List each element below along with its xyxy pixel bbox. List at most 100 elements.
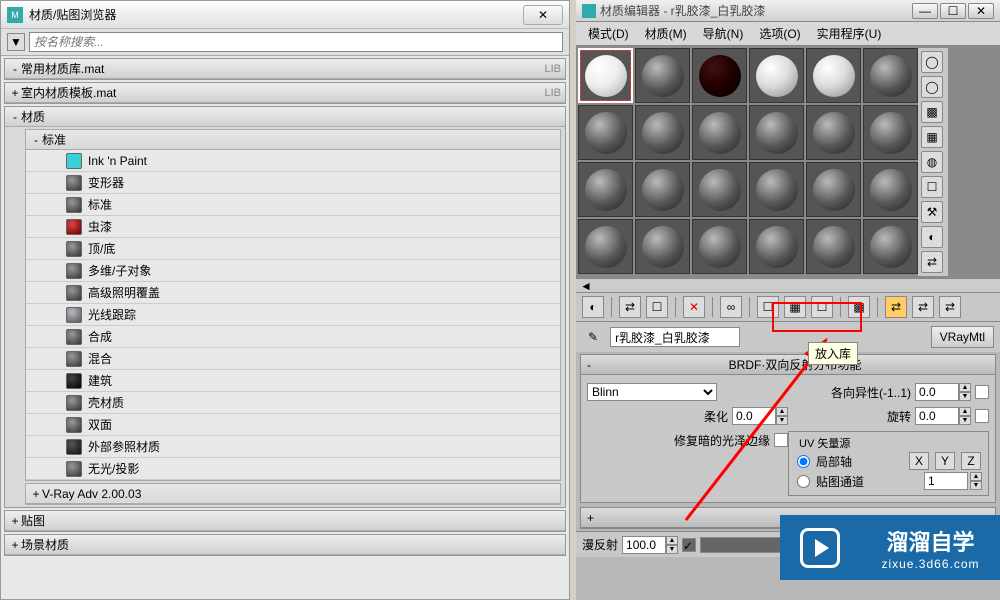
select-by-material-button[interactable]: ◐ [921, 226, 943, 248]
material-item[interactable]: 多维/子对象 [26, 260, 560, 282]
sample-slot[interactable] [635, 162, 690, 217]
material-item[interactable]: 标准 [26, 194, 560, 216]
material-item[interactable]: 无光/投影 [26, 458, 560, 480]
materials-header[interactable]: - 材质 [5, 107, 565, 127]
local-axis-radio[interactable] [797, 455, 810, 468]
menu-utilities[interactable]: 实用程序(U) [809, 25, 890, 42]
sample-slot[interactable] [635, 219, 690, 274]
axis-x-button[interactable]: X [909, 452, 929, 470]
sample-slot[interactable] [749, 105, 804, 160]
sample-slot[interactable] [806, 48, 861, 103]
diffuse-checkbox[interactable]: ✓ [682, 538, 696, 552]
rotation-spinner[interactable]: ▲▼ [915, 407, 971, 425]
material-id-button[interactable]: ☐ [811, 296, 833, 318]
sample-slot[interactable] [692, 105, 747, 160]
material-item[interactable]: 壳材质 [26, 392, 560, 414]
axis-z-button[interactable]: Z [961, 452, 981, 470]
material-item[interactable]: 虫漆 [26, 216, 560, 238]
background-button[interactable]: ▩ [921, 101, 943, 123]
search-input[interactable] [29, 32, 563, 52]
sample-slot[interactable] [806, 219, 861, 274]
sample-slot[interactable] [749, 48, 804, 103]
go-to-parent-button[interactable]: ⇄ [912, 296, 934, 318]
sample-slot[interactable] [635, 105, 690, 160]
sample-slot[interactable] [578, 219, 633, 274]
brdf-rollout-header[interactable]: - BRDF·双向反射分布功能 [581, 355, 995, 375]
sample-slot[interactable] [806, 105, 861, 160]
material-item[interactable]: 混合 [26, 348, 560, 370]
sample-type-button[interactable]: ◯ [921, 51, 943, 73]
sample-slot[interactable] [692, 219, 747, 274]
material-item[interactable]: 顶/底 [26, 238, 560, 260]
material-item[interactable]: 光线跟踪 [26, 304, 560, 326]
sample-slot[interactable] [863, 105, 918, 160]
sample-slot[interactable] [578, 48, 633, 103]
menu-material[interactable]: 材质(M) [637, 25, 695, 42]
vray-header[interactable]: + V-Ray Adv 2.00.03 [26, 484, 560, 504]
sample-slot[interactable] [578, 105, 633, 160]
sample-uv-button[interactable]: ▦ [921, 126, 943, 148]
sample-slot[interactable] [749, 219, 804, 274]
options-button[interactable]: ⚒ [921, 201, 943, 223]
material-item[interactable]: 变形器 [26, 172, 560, 194]
fix-dark-edges-checkbox[interactable] [774, 433, 788, 447]
diffuse-spinner[interactable]: ▲▼ [622, 536, 678, 554]
backlight-button[interactable]: ◯ [921, 76, 943, 98]
sample-slot[interactable] [635, 48, 690, 103]
material-type-button[interactable]: VRayMtl [931, 326, 994, 348]
get-material-button[interactable]: ◐ [582, 296, 604, 318]
material-item[interactable]: 双面 [26, 414, 560, 436]
sample-slot[interactable] [692, 162, 747, 217]
menu-options[interactable]: 选项(O) [751, 25, 808, 42]
assign-to-selection-button[interactable]: ☐ [646, 296, 668, 318]
sample-slot[interactable] [863, 219, 918, 274]
material-item[interactable]: 高级照明覆盖 [26, 282, 560, 304]
sample-slot[interactable] [863, 48, 918, 103]
lib-common-header[interactable]: - 常用材质库.mat LIB [5, 59, 565, 79]
browser-menu-button[interactable]: ▼ [7, 33, 25, 51]
rotation-lock[interactable] [975, 409, 989, 423]
put-to-scene-button[interactable]: ⇄ [619, 296, 641, 318]
sample-scroll[interactable]: ◄ [576, 278, 1000, 292]
lib-interior-header[interactable]: + 室内材质模板.mat LIB [5, 83, 565, 103]
axis-y-button[interactable]: Y [935, 452, 955, 470]
anisotropy-lock[interactable] [975, 385, 989, 399]
go-forward-button[interactable]: ⇄ [939, 296, 961, 318]
material-item[interactable]: 外部参照材质 [26, 436, 560, 458]
sample-slot[interactable] [578, 162, 633, 217]
map-channel-radio[interactable] [797, 475, 810, 488]
reset-map-button[interactable]: ✕ [683, 296, 705, 318]
close-button[interactable]: ✕ [523, 5, 563, 25]
video-color-button[interactable]: ◍ [921, 151, 943, 173]
make-unique-button[interactable]: ☐ [757, 296, 779, 318]
uv-vector-group: UV 矢量源 局部轴 X Y Z 贴图通道 ▲▼ [788, 431, 989, 496]
menu-navigation[interactable]: 导航(N) [695, 25, 752, 42]
sample-slot[interactable] [863, 162, 918, 217]
material-name-input[interactable] [610, 327, 740, 347]
scene-materials-header[interactable]: + 场景材质 [5, 535, 565, 555]
soften-spinner[interactable]: ▲▼ [732, 407, 788, 425]
material-tree[interactable]: - 常用材质库.mat LIB + 室内材质模板.mat LIB - 材质 - … [1, 56, 569, 599]
maps-header[interactable]: + 贴图 [5, 511, 565, 531]
eyedropper-icon[interactable]: ✎ [582, 330, 604, 344]
sample-slot[interactable] [692, 48, 747, 103]
make-copy-button[interactable]: ∞ [720, 296, 742, 318]
standard-header[interactable]: - 标准 [26, 130, 560, 150]
put-to-library-button[interactable]: ▦ [784, 296, 806, 318]
material-map-navigator-button[interactable]: ⇄ [921, 251, 943, 273]
material-item[interactable]: Ink 'n Paint [26, 150, 560, 172]
close-button[interactable]: ✕ [968, 3, 994, 19]
anisotropy-spinner[interactable]: ▲▼ [915, 383, 971, 401]
menu-mode[interactable]: 模式(D) [580, 25, 637, 42]
sample-slot[interactable] [806, 162, 861, 217]
maximize-button[interactable]: ☐ [940, 3, 966, 19]
show-end-result-button[interactable]: ⇄ [885, 296, 907, 318]
material-item[interactable]: 建筑 [26, 370, 560, 392]
make-preview-button[interactable]: ☐ [921, 176, 943, 198]
sample-slot[interactable] [749, 162, 804, 217]
material-item[interactable]: 合成 [26, 326, 560, 348]
show-map-button[interactable]: ▩ [848, 296, 870, 318]
minimize-button[interactable]: — [912, 3, 938, 19]
map-channel-spinner[interactable]: ▲▼ [922, 472, 982, 490]
brdf-type-select[interactable]: Blinn [587, 383, 717, 401]
